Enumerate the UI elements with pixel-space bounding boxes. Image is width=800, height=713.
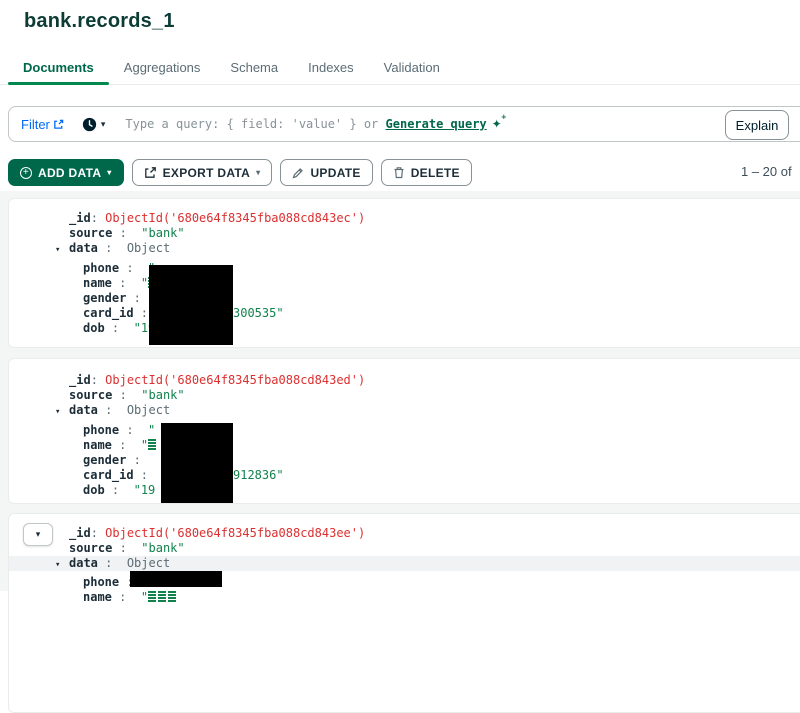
field-row-dob: dob : "19 — [83, 321, 156, 335]
tab-validation[interactable]: Validation — [369, 53, 455, 84]
add-data-button[interactable]: + ADD DATA ▾ — [8, 159, 124, 186]
field-row-data: ▾ data : Object — [9, 403, 800, 418]
field-row-card-id: card_id : 912836" — [83, 468, 284, 482]
external-link-icon — [53, 119, 64, 130]
field-row-id: _id: ObjectId('680e64f8345fba088cd843ee'… — [69, 526, 366, 540]
string-value: 300535" — [233, 306, 284, 320]
update-button[interactable]: UPDATE — [280, 159, 373, 186]
documents-toolbar: + ADD DATA ▾ EXPORT DATA ▾ UPDATE DELETE — [8, 159, 472, 186]
expand-caret-icon[interactable]: ▾ — [55, 405, 69, 420]
chevron-down-icon: ▾ — [107, 167, 112, 177]
object-value: Object — [126, 556, 171, 570]
tab-bar: Documents Aggregations Schema Indexes Va… — [0, 54, 800, 85]
redacted-value — [130, 571, 222, 587]
partially-redacted-text — [148, 591, 157, 602]
field-row-id: _id: ObjectId('680e64f8345fba088cd843ed'… — [69, 373, 366, 387]
field-row-source: source : "bank" — [69, 388, 185, 402]
expand-caret-icon[interactable]: ▾ — [55, 558, 69, 573]
query-history-button[interactable]: ▾ — [82, 117, 106, 132]
generate-query-link[interactable]: Generate query — [386, 117, 487, 131]
export-icon — [144, 166, 157, 179]
page-title: bank.records_1 — [24, 10, 175, 32]
field-row-source: source : "bank" — [69, 541, 185, 555]
object-value: Object — [126, 403, 171, 417]
string-value: "bank" — [141, 226, 185, 240]
sparkle-icon: ✦ + — [491, 113, 507, 131]
filter-link[interactable]: Filter — [21, 117, 64, 132]
field-row-gender: gender : — [83, 291, 149, 305]
string-value: 912836" — [233, 468, 284, 482]
field-row-card-id: card_id : 300535" — [83, 306, 284, 320]
field-row-phone: phone : " — [83, 261, 155, 275]
collapse-document-button[interactable]: ▾ — [23, 523, 53, 546]
field-row-name: name : " — [9, 276, 800, 291]
filter-label: Filter — [21, 116, 50, 132]
field-row-data[interactable]: ▾ data : Object — [9, 556, 800, 571]
clock-icon — [82, 117, 97, 132]
tab-indexes[interactable]: Indexes — [293, 53, 369, 84]
pencil-icon — [292, 167, 304, 179]
chevron-down-icon: ▾ — [100, 118, 106, 129]
field-row-dob: dob : "19 — [83, 483, 156, 497]
tab-schema[interactable]: Schema — [215, 53, 293, 84]
explain-button[interactable]: Explain — [725, 110, 789, 140]
partially-redacted-text — [168, 591, 177, 602]
field-row-id: _id: ObjectId('680e64f8345fba088cd843ec'… — [69, 211, 366, 225]
field-row-data: ▾ data : Object — [9, 241, 800, 256]
field-row-source: source : "bank" — [69, 226, 185, 240]
query-input[interactable]: Type a query: { field: 'value' } or Gene… — [125, 113, 507, 131]
field-row-name: name : " — [9, 438, 800, 453]
export-data-button[interactable]: EXPORT DATA ▾ — [131, 159, 273, 186]
document-card: ▾ _id: ObjectId('680e64f8345fba088cd843e… — [8, 513, 800, 713]
expand-caret-icon[interactable]: ▾ — [55, 243, 69, 258]
field-row-name: name : " — [9, 590, 800, 605]
document-card: _id: ObjectId('680e64f8345fba088cd843ec'… — [8, 198, 800, 348]
plus-circle-icon: + — [20, 166, 32, 179]
string-value: "bank" — [141, 388, 185, 402]
trash-icon — [393, 166, 405, 179]
object-value: Object — [126, 241, 171, 255]
field-row-phone: phone : " — [83, 423, 156, 437]
tab-documents[interactable]: Documents — [8, 53, 109, 85]
document-card: _id: ObjectId('680e64f8345fba088cd843ed'… — [8, 358, 800, 504]
objectid-value: ObjectId('680e64f8345fba088cd843ec') — [105, 211, 366, 225]
pagination-status: 1 – 20 of — [741, 164, 792, 179]
objectid-value: ObjectId('680e64f8345fba088cd843ee') — [105, 526, 366, 540]
query-bar: Filter ▾ Type a query: { field: 'value' … — [8, 106, 800, 142]
redacted-value — [161, 423, 233, 503]
field-row-gender: gender : — [83, 453, 149, 467]
partially-redacted-text — [148, 439, 157, 450]
delete-button[interactable]: DELETE — [380, 159, 472, 186]
query-placeholder: Type a query: { field: 'value' } or — [125, 117, 386, 131]
field-row-phone: phone : — [83, 575, 134, 589]
chevron-down-icon: ▾ — [256, 167, 261, 177]
string-value: "bank" — [141, 541, 185, 555]
redacted-value — [149, 265, 233, 345]
objectid-value: ObjectId('680e64f8345fba088cd843ed') — [105, 373, 366, 387]
chevron-down-icon: ▾ — [35, 529, 41, 539]
partially-redacted-text — [158, 591, 167, 602]
tab-aggregations[interactable]: Aggregations — [109, 53, 216, 84]
